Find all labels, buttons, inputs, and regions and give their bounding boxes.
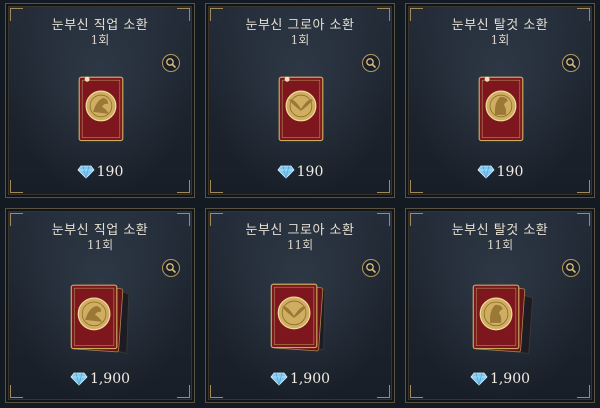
price-label: 1,900 — [6, 371, 194, 387]
card-count: 1회 — [490, 33, 510, 47]
price-label: 190 — [406, 164, 594, 180]
summon-card-groa-1x[interactable]: 눈부신 그로아 소환 1회 190 — [205, 3, 395, 198]
summon-card-job-1x[interactable]: 눈부신 직업 소환 1회 190 — [5, 3, 195, 198]
magnifier-icon[interactable] — [362, 259, 380, 277]
card-count: 1회 — [290, 33, 310, 47]
price-value: 190 — [496, 164, 524, 180]
summon-card-mount-1x[interactable]: 눈부신 탈것 소환 1회 190 — [405, 3, 595, 198]
summon-card-groa-11x[interactable]: 눈부신 그로아 소환 11회 1,900 — [205, 208, 395, 403]
magnifier-icon[interactable] — [562, 54, 580, 72]
diamond-gem-icon — [70, 372, 88, 386]
price-value: 1,900 — [289, 371, 331, 387]
magnifier-icon[interactable] — [362, 54, 380, 72]
diamond-gem-icon — [477, 165, 495, 179]
magnifier-icon[interactable] — [162, 259, 180, 277]
magnifier-icon[interactable] — [562, 259, 580, 277]
summon-shop-grid: 눈부신 직업 소환 1회 190 눈부신 그로아 소환 1회 190 눈부신 탈… — [0, 0, 600, 408]
price-value: 190 — [296, 164, 324, 180]
price-label: 1,900 — [406, 371, 594, 387]
diamond-gem-icon — [270, 372, 288, 386]
price-label: 190 — [6, 164, 194, 180]
card-count: 11회 — [86, 238, 114, 252]
card-count: 1회 — [90, 33, 110, 47]
card-count: 11회 — [286, 238, 314, 252]
summon-card-mount-11x[interactable]: 눈부신 탈것 소환 11회 1,900 — [405, 208, 595, 403]
card-count: 11회 — [486, 238, 514, 252]
price-value: 1,900 — [89, 371, 131, 387]
summon-card-job-11x[interactable]: 눈부신 직업 소환 11회 1,900 — [5, 208, 195, 403]
diamond-gem-icon — [77, 165, 95, 179]
price-value: 1,900 — [489, 371, 531, 387]
diamond-gem-icon — [277, 165, 295, 179]
price-label: 190 — [206, 164, 394, 180]
price-value: 190 — [96, 164, 124, 180]
price-label: 1,900 — [206, 371, 394, 387]
diamond-gem-icon — [470, 372, 488, 386]
magnifier-icon[interactable] — [162, 54, 180, 72]
